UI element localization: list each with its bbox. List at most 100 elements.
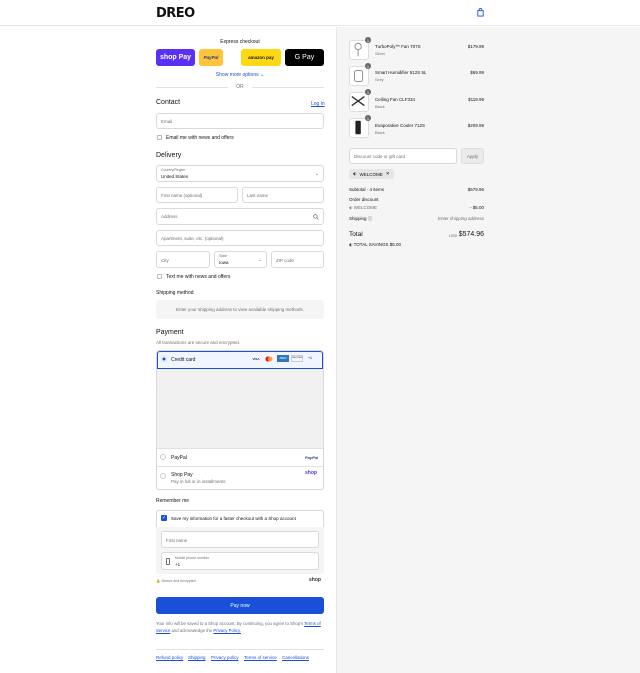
savings-label: TOTAL SAVINGS bbox=[353, 242, 389, 247]
last-name-input[interactable]: Last name bbox=[242, 187, 324, 203]
product-price: $119.99 bbox=[468, 97, 484, 102]
phone-icon bbox=[166, 558, 170, 565]
privacy-policy-link[interactable]: Privacy policy bbox=[211, 655, 239, 660]
or-divider: OR bbox=[236, 84, 244, 90]
divider-left bbox=[156, 87, 228, 88]
paypal-radio[interactable] bbox=[160, 454, 166, 460]
applied-code-label: WELCOME bbox=[359, 171, 383, 177]
quantity-badge: 1 bbox=[365, 63, 371, 69]
subtotal-label: Subtotal · 4 items bbox=[349, 187, 385, 192]
paypal-button[interactable]: PayPal bbox=[199, 49, 223, 66]
apartment-input[interactable]: Apartment, suite, etc. (optional) bbox=[156, 230, 324, 246]
paypal-label[interactable]: PayPal bbox=[171, 455, 187, 461]
country-select[interactable]: Country/Region United States ⌄ bbox=[156, 165, 324, 182]
address-input[interactable]: Address bbox=[156, 208, 324, 225]
cancellations-link[interactable]: Cancellations bbox=[282, 655, 309, 660]
applied-discount-tag: ⬖ WELCOME ✕ bbox=[349, 169, 394, 179]
paypal-logo: PayPal bbox=[305, 455, 319, 460]
payment-divider bbox=[157, 466, 323, 467]
login-link[interactable]: Log in bbox=[311, 101, 325, 107]
total-savings-row: ⬖ TOTAL SAVINGS $5.00 bbox=[349, 242, 401, 248]
product-variant: Black bbox=[375, 130, 385, 135]
shipping-method-heading: Shipping method bbox=[156, 290, 194, 296]
info-icon[interactable]: ⓘ bbox=[368, 216, 373, 221]
address-placeholder: Address bbox=[161, 214, 178, 219]
product-image bbox=[349, 118, 369, 138]
text-offers-label: Text me with news and offers bbox=[166, 274, 231, 280]
shopping-bag-icon[interactable] bbox=[476, 8, 485, 17]
contact-heading: Contact bbox=[156, 99, 181, 106]
brand-logo[interactable]: DREO bbox=[156, 6, 195, 21]
product-price: $209.99 bbox=[467, 123, 484, 128]
express-checkout-title: Express checkout bbox=[220, 39, 260, 45]
close-icon[interactable]: ✕ bbox=[386, 171, 390, 177]
refund-policy-link[interactable]: Refund policy bbox=[156, 655, 183, 660]
credit-card-radio[interactable] bbox=[161, 356, 167, 362]
payment-divider bbox=[157, 448, 323, 449]
payment-subtitle: All transactions are secure and encrypte… bbox=[156, 340, 241, 345]
product-image bbox=[349, 40, 369, 60]
apply-button[interactable]: Apply bbox=[461, 148, 484, 164]
privacy-link[interactable]: Privacy Policy. bbox=[213, 628, 241, 633]
country-value: United States bbox=[161, 174, 189, 179]
product-image bbox=[349, 66, 369, 86]
discount-value: - $5.00 bbox=[469, 205, 484, 210]
chevron-down-icon: ⌄ bbox=[260, 72, 265, 78]
tag-icon: ⬖ bbox=[349, 242, 353, 247]
google-pay-button[interactable]: G Pay bbox=[285, 49, 324, 66]
shop-logo: shop bbox=[305, 470, 317, 476]
country-label: Country/Region bbox=[161, 168, 186, 172]
product-variant: Grey bbox=[375, 77, 384, 82]
pay-now-button[interactable]: Pay now bbox=[156, 597, 324, 614]
first-name-placeholder: First name (optional) bbox=[161, 193, 203, 198]
tag-icon: ⬖ bbox=[353, 171, 357, 176]
chevron-down-icon: ⌄ bbox=[314, 171, 319, 177]
shop-pay-button[interactable]: shop Pay bbox=[156, 49, 195, 66]
state-select[interactable]: State Iowa ⌄ bbox=[214, 251, 267, 268]
order-discount-label: Order discount bbox=[349, 197, 379, 202]
more-cards-badge: +1 bbox=[308, 356, 312, 360]
currency-label: USD bbox=[449, 233, 458, 238]
shipping-notice: Enter your shipping address to view avai… bbox=[156, 300, 324, 319]
discount-code-input[interactable]: Discount code or gift card bbox=[349, 148, 457, 164]
terms-of-service-link[interactable]: Terms of service bbox=[244, 655, 277, 660]
legal-text: Your info will be saved to a Shop accoun… bbox=[156, 620, 324, 634]
discount-placeholder: Discount code or gift card bbox=[354, 154, 406, 159]
first-name-input[interactable]: First name (optional) bbox=[156, 187, 238, 203]
tag-icon: ⬖ bbox=[349, 205, 353, 210]
email-input[interactable]: Email bbox=[156, 113, 324, 129]
show-more-label: Show more options bbox=[215, 72, 259, 78]
delivery-heading: Delivery bbox=[156, 152, 182, 159]
email-news-checkbox[interactable] bbox=[157, 135, 162, 140]
quantity-badge: 1 bbox=[365, 89, 371, 95]
product-price: $69.99 bbox=[470, 70, 484, 75]
text-offers-checkbox[interactable] bbox=[157, 274, 162, 279]
legal-text-part1: Your info will be saved to a Shop accoun… bbox=[156, 621, 304, 626]
save-info-checkbox[interactable]: ✓ bbox=[161, 515, 167, 521]
credit-card-label: Credit card bbox=[171, 357, 196, 363]
shop-logo: shop bbox=[309, 577, 321, 583]
savings-value: $5.00 bbox=[389, 242, 402, 247]
secure-label: Secure and encrypted bbox=[161, 579, 196, 583]
discover-icon: DISCOVER bbox=[291, 355, 303, 362]
product-name: Ceiling Fan CLF334 bbox=[375, 97, 416, 102]
mobile-phone-input[interactable]: Mobile phone number +1 bbox=[161, 552, 319, 570]
amazon-pay-button[interactable]: amazon pay bbox=[241, 49, 281, 66]
save-info-label: Save my information for a faster checkou… bbox=[171, 516, 296, 521]
shipping-link[interactable]: Shipping bbox=[188, 655, 206, 660]
zip-input[interactable]: ZIP code bbox=[271, 251, 324, 268]
shop-pay-subtitle: Pay in full or in installments bbox=[171, 479, 226, 484]
quantity-badge: 1 bbox=[365, 115, 371, 121]
footer-divider bbox=[156, 649, 324, 650]
shop-pay-label[interactable]: Shop Pay bbox=[171, 472, 193, 478]
remember-me-heading: Remember me bbox=[156, 498, 190, 504]
shop-pay-radio[interactable] bbox=[160, 473, 166, 479]
secure-encrypted-note: 🔒 Secure and encrypted bbox=[156, 579, 196, 583]
state-value: Iowa bbox=[219, 260, 229, 265]
show-more-options-link[interactable]: Show more options ⌄ bbox=[156, 72, 324, 78]
remember-first-name-input[interactable]: First name bbox=[161, 531, 319, 548]
mastercard-icon bbox=[264, 356, 274, 362]
discount-code-label: WELCOME bbox=[353, 205, 377, 210]
city-input[interactable]: City bbox=[156, 251, 210, 268]
shipping-value: Enter shipping address bbox=[437, 216, 484, 221]
